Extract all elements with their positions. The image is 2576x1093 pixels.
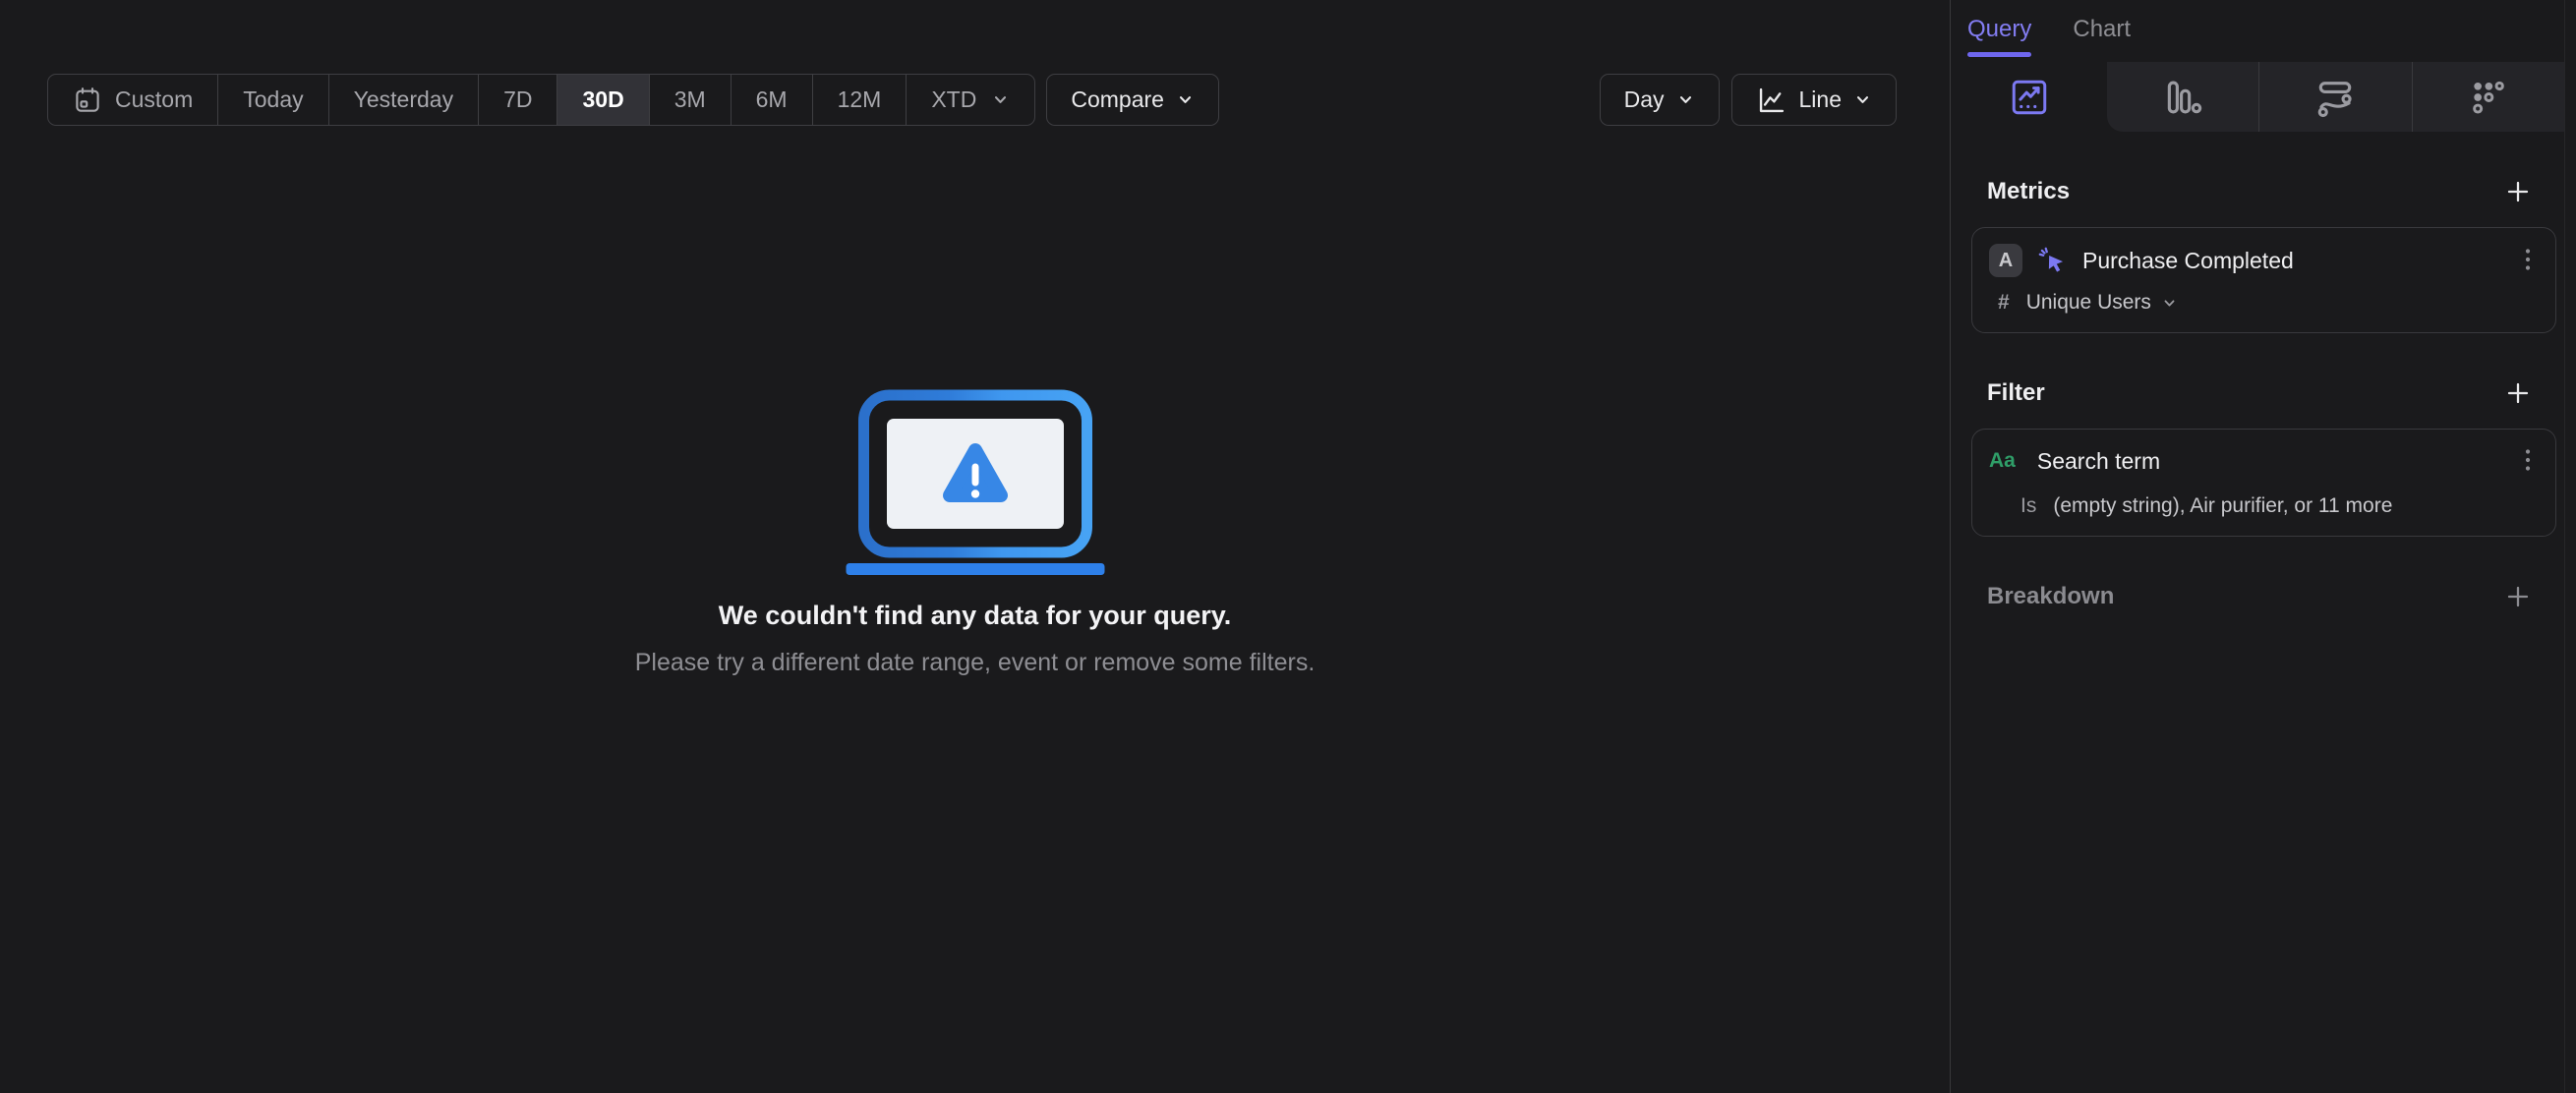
metric-letter-badge: A [1989, 244, 2022, 277]
metric-options-kebab-icon[interactable] [2520, 245, 2536, 276]
date-range-12m-button[interactable]: 12M [813, 75, 907, 125]
report-type-insights-tab[interactable] [1951, 62, 2107, 132]
date-range-3m-button[interactable]: 3M [650, 75, 732, 125]
filter-property-row: Aa Search term [1989, 445, 2536, 477]
report-type-tabs [1951, 62, 2576, 132]
tab-chart[interactable]: Chart [2073, 12, 2131, 57]
query-builder-panel: Query Chart Metrics A Purchase Completed… [1950, 0, 2576, 1093]
insights-report-view: Custom Today Yesterday 7D 30D 3M 6M 12M … [0, 0, 2576, 1093]
add-filter-button[interactable] [2503, 378, 2533, 408]
chevron-down-icon [1676, 90, 1695, 109]
date-range-label: Custom [115, 86, 194, 112]
date-range-xtd-button[interactable]: XTD [907, 75, 1034, 125]
date-range-controls: Custom Today Yesterday 7D 30D 3M 6M 12M … [47, 74, 1219, 126]
date-range-today-button[interactable]: Today [218, 75, 329, 125]
line-chart-icon [1756, 85, 1787, 116]
add-breakdown-button[interactable] [2503, 582, 2533, 611]
panel-tabs: Query Chart [1951, 0, 2576, 62]
add-metric-button[interactable] [2503, 177, 2533, 206]
bar-chart-icon [2162, 77, 2203, 118]
aggregation-selector[interactable]: Unique Users [2026, 291, 2151, 315]
chart-display-controls: Day Line [1588, 74, 1897, 126]
breakdown-heading: Breakdown [1987, 583, 2115, 609]
date-range-segmented-control: Custom Today Yesterday 7D 30D 3M 6M 12M … [47, 74, 1036, 126]
filter-section-header: Filter [1951, 378, 2576, 408]
retention-icon [2468, 77, 2509, 118]
filter-heading: Filter [1987, 379, 2045, 406]
metric-event-row: A Purchase Completed [1989, 244, 2536, 277]
report-type-flows-tab[interactable] [2258, 62, 2411, 132]
chevron-down-icon [991, 90, 1010, 109]
date-range-custom-button[interactable]: Custom [48, 75, 219, 125]
compare-button[interactable]: Compare [1046, 74, 1219, 126]
filter-condition-row: Is (empty string), Air purifier, or 11 m… [1989, 494, 2536, 518]
event-cursor-click-icon [2035, 244, 2069, 277]
granularity-dropdown[interactable]: Day [1599, 74, 1720, 126]
empty-state-title: We couldn't find any data for your query… [718, 601, 1232, 630]
filter-values[interactable]: (empty string), Air purifier, or 11 more [2053, 494, 2392, 518]
filter-card[interactable]: Aa Search term Is (empty string), Air pu… [1971, 429, 2556, 537]
metric-card[interactable]: A Purchase Completed # Unique Users [1971, 227, 2556, 333]
metric-aggregation-row: # Unique Users [1989, 291, 2536, 315]
chart-toolbar: Custom Today Yesterday 7D 30D 3M 6M 12M … [47, 74, 1897, 126]
chart-type-dropdown[interactable]: Line [1730, 74, 1897, 126]
metric-event-name[interactable]: Purchase Completed [2082, 248, 2294, 274]
filter-options-kebab-icon[interactable] [2520, 445, 2536, 477]
empty-state: We couldn't find any data for your query… [0, 389, 1950, 677]
metrics-heading: Metrics [1987, 178, 2071, 204]
chevron-down-icon [1176, 90, 1195, 109]
chevron-down-icon[interactable] [2161, 295, 2178, 312]
chart-main-area: Custom Today Yesterday 7D 30D 3M 6M 12M … [0, 0, 1950, 1093]
insights-line-icon [2009, 77, 2050, 118]
number-hash-icon: # [1998, 291, 2010, 314]
tab-query[interactable]: Query [1967, 12, 2032, 57]
date-range-7d-button[interactable]: 7D [479, 75, 558, 125]
flows-icon [2314, 77, 2356, 118]
no-data-laptop-warning-icon [846, 389, 1105, 576]
filter-operator[interactable]: Is [2020, 494, 2036, 518]
calendar-icon [73, 86, 102, 115]
report-type-tab-group [2107, 62, 2564, 132]
empty-state-subtitle: Please try a different date range, event… [634, 649, 1316, 676]
metrics-section-header: Metrics [1951, 177, 2576, 206]
chevron-down-icon [1853, 90, 1872, 109]
date-range-6m-button[interactable]: 6M [732, 75, 813, 125]
date-range-30d-button[interactable]: 30D [557, 75, 650, 125]
breakdown-section-header: Breakdown [1951, 582, 2576, 611]
string-property-type-icon: Aa [1989, 449, 2016, 472]
filter-property-name[interactable]: Search term [2037, 448, 2160, 475]
report-type-retention-tab[interactable] [2411, 62, 2564, 132]
report-type-funnels-tab[interactable] [2107, 62, 2258, 132]
date-range-yesterday-button[interactable]: Yesterday [329, 75, 480, 125]
